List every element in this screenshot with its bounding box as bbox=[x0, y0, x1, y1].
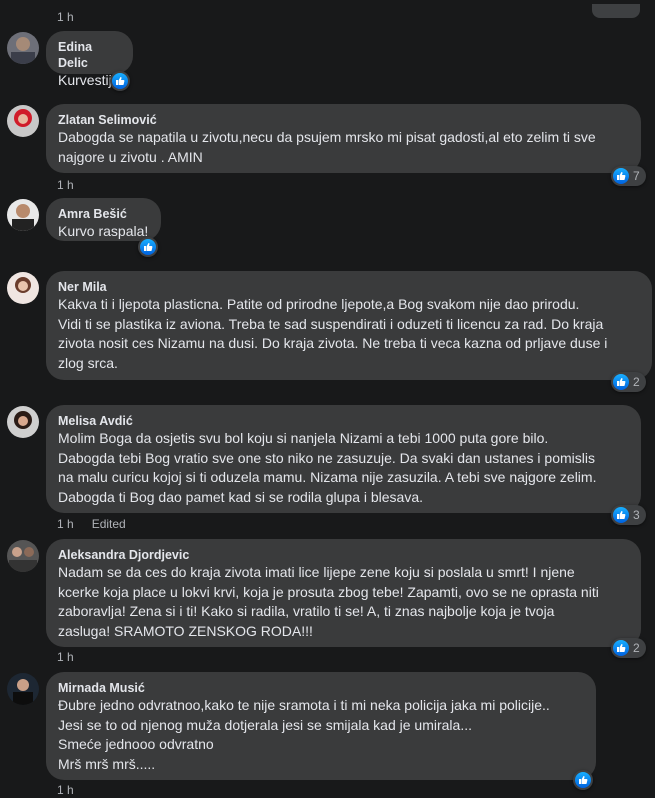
reaction-count: 2 bbox=[633, 375, 640, 389]
comment-bubble: Zlatan Selimović Dabogda se napatila u z… bbox=[46, 104, 641, 173]
prev-comment-reactions[interactable] bbox=[592, 4, 640, 18]
comment-bubble: Ner Mila Kakva ti i ljepota plasticna. P… bbox=[46, 271, 652, 380]
comment-author[interactable]: Edina Delic bbox=[58, 39, 121, 71]
comment-meta: 1 h bbox=[57, 178, 74, 192]
comment-bubble: Edina Delic Kurvestija bbox=[46, 31, 133, 88]
comment-bubble: Aleksandra Djordjevic Nadam se da ces do… bbox=[46, 539, 641, 647]
reaction-badge[interactable]: 2 bbox=[611, 372, 646, 392]
comment-text: Đubre jedno odvratnoo,kako te nije sramo… bbox=[58, 697, 550, 772]
comment-time[interactable]: 1 h bbox=[57, 517, 74, 531]
comment-text: Nadam se da ces do kraja zivota imati li… bbox=[58, 564, 599, 639]
reaction-badge[interactable] bbox=[138, 237, 158, 257]
like-icon bbox=[112, 73, 128, 89]
avatar[interactable] bbox=[7, 540, 39, 572]
reaction-count: 7 bbox=[633, 169, 640, 183]
reaction-badge[interactable] bbox=[573, 770, 593, 790]
like-icon bbox=[140, 239, 156, 255]
comment-time[interactable]: 1 h bbox=[57, 650, 74, 664]
comment-time[interactable]: 1 h bbox=[57, 178, 74, 192]
like-icon bbox=[613, 640, 629, 656]
comment-author[interactable]: Amra Bešić bbox=[58, 206, 149, 222]
comment-meta: 1 h bbox=[57, 783, 74, 797]
avatar[interactable] bbox=[7, 673, 39, 705]
comment-bubble: Melisa Avdić Molim Boga da osjetis svu b… bbox=[46, 405, 641, 513]
comment-author[interactable]: Ner Mila bbox=[58, 279, 640, 295]
comment-text: Molim Boga da osjetis svu bol koju si na… bbox=[58, 430, 597, 505]
comment-time[interactable]: 1 h bbox=[57, 783, 74, 797]
avatar[interactable] bbox=[7, 32, 39, 64]
comment-author[interactable]: Aleksandra Djordjevic bbox=[58, 547, 629, 563]
reaction-badge[interactable]: 7 bbox=[611, 166, 646, 186]
comment-bubble: Mirnada Musić Đubre jedno odvratnoo,kako… bbox=[46, 672, 596, 780]
reaction-badge[interactable]: 3 bbox=[611, 505, 646, 525]
avatar[interactable] bbox=[7, 105, 39, 137]
comment-bubble: Amra Bešić Kurvo raspala! bbox=[46, 198, 161, 241]
like-icon bbox=[613, 507, 629, 523]
reaction-count: 3 bbox=[633, 508, 640, 522]
comment-meta: 1 h Edited bbox=[57, 517, 126, 531]
comment-author[interactable]: Zlatan Selimović bbox=[58, 112, 629, 128]
like-icon bbox=[575, 772, 591, 788]
comment-author[interactable]: Melisa Avdić bbox=[58, 413, 629, 429]
edited-label[interactable]: Edited bbox=[92, 517, 126, 531]
comment-text: Dabogda se napatila u zivotu,necu da psu… bbox=[58, 129, 596, 165]
reaction-count: 2 bbox=[633, 641, 640, 655]
reaction-badge[interactable]: 2 bbox=[611, 638, 646, 658]
comment-meta: 1 h bbox=[57, 650, 74, 664]
avatar[interactable] bbox=[7, 199, 39, 231]
avatar[interactable] bbox=[7, 272, 39, 304]
like-icon bbox=[613, 374, 629, 390]
comment-text: Kakva ti i ljepota plasticna. Patite od … bbox=[58, 296, 608, 371]
comment-author[interactable]: Mirnada Musić bbox=[58, 680, 584, 696]
comment-text: Kurvo raspala! bbox=[58, 223, 149, 239]
reaction-badge[interactable] bbox=[110, 71, 130, 91]
avatar[interactable] bbox=[7, 406, 39, 438]
prev-comment-time[interactable]: 1 h bbox=[57, 10, 74, 24]
like-icon bbox=[613, 168, 629, 184]
